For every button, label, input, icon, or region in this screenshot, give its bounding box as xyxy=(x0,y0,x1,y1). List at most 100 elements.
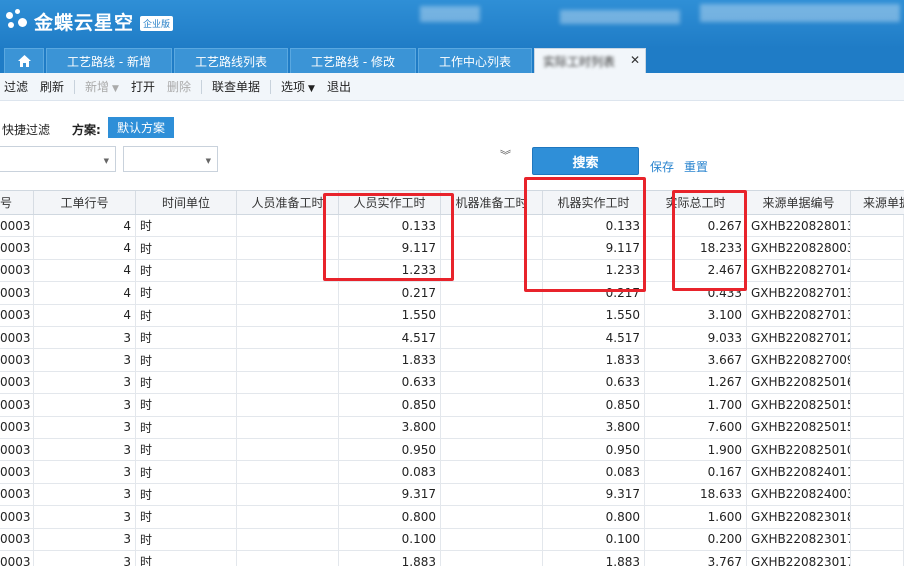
table-cell[interactable] xyxy=(851,506,904,528)
table-cell[interactable]: 时 xyxy=(136,461,237,483)
column-header[interactable]: 来源单据编号 xyxy=(747,191,851,214)
table-cell[interactable]: 0003 xyxy=(0,461,34,483)
table-cell[interactable] xyxy=(237,282,339,304)
tab-actual-hours-list[interactable]: 实际工时列表 ✕ xyxy=(534,48,646,73)
table-cell[interactable]: 4.517 xyxy=(543,327,645,349)
table-cell[interactable]: 0.800 xyxy=(339,506,441,528)
table-row[interactable]: 0003 3 时 0.950 0.950 1.900 GXHB220825010 xyxy=(0,439,904,462)
table-cell[interactable]: 9.317 xyxy=(543,483,645,506)
table-cell[interactable]: 0003 xyxy=(0,371,34,394)
table-cell[interactable]: 0.083 xyxy=(339,461,441,483)
table-cell[interactable]: 时 xyxy=(136,528,237,550)
table-cell[interactable]: 3 xyxy=(34,483,136,506)
table-cell[interactable]: 时 xyxy=(136,215,237,237)
table-row[interactable]: 0003 3 时 4.517 4.517 9.033 GXHB220827012 xyxy=(0,327,904,350)
table-cell[interactable] xyxy=(441,461,543,483)
table-row[interactable]: 0003 3 时 9.317 9.317 18.633 GXHB220824003 xyxy=(0,483,904,507)
new-button[interactable]: 新增 ▼ xyxy=(79,78,125,95)
table-cell[interactable]: 3 xyxy=(34,439,136,461)
table-cell[interactable] xyxy=(237,506,339,528)
table-cell[interactable] xyxy=(851,371,904,394)
column-header[interactable]: 工单行号 xyxy=(34,191,136,214)
table-cell[interactable]: GXHB220827013 xyxy=(747,304,851,326)
table-cell[interactable]: 0.950 xyxy=(543,439,645,461)
table-cell[interactable]: 时 xyxy=(136,304,237,326)
table-cell[interactable]: GXHB220823018 xyxy=(747,506,851,528)
table-cell[interactable]: 1.267 xyxy=(645,371,747,394)
table-cell[interactable]: 1.833 xyxy=(339,349,441,371)
table-cell[interactable]: 0003 xyxy=(0,282,34,304)
column-header[interactable]: 来源单据 xyxy=(851,191,904,214)
table-row[interactable]: 0003 3 时 0.083 0.083 0.167 GXHB220824011 xyxy=(0,461,904,484)
linked-query-button[interactable]: 联查单据 xyxy=(206,78,266,95)
refresh-button[interactable]: 刷新 xyxy=(34,78,70,95)
tab-routing-list[interactable]: 工艺路线列表 xyxy=(174,48,288,73)
table-row[interactable]: 0003 4 时 0.217 0.217 0.433 GXHB220827013 xyxy=(0,282,904,305)
table-cell[interactable]: 时 xyxy=(136,282,237,304)
column-header[interactable]: 时间单位 xyxy=(136,191,237,214)
table-cell[interactable]: 9.317 xyxy=(339,483,441,506)
exit-button[interactable]: 退出 xyxy=(321,78,357,95)
table-cell[interactable]: 3.667 xyxy=(645,349,747,371)
table-cell[interactable]: 时 xyxy=(136,237,237,259)
table-cell[interactable]: 3.800 xyxy=(543,416,645,438)
table-cell[interactable]: 0003 xyxy=(0,528,34,550)
table-cell[interactable]: 9.033 xyxy=(645,327,747,349)
table-cell[interactable]: GXHB220825016 xyxy=(747,371,851,394)
table-cell[interactable]: 0.633 xyxy=(339,371,441,394)
table-cell[interactable]: 1.833 xyxy=(543,349,645,371)
table-cell[interactable]: 0.217 xyxy=(339,282,441,304)
table-cell[interactable] xyxy=(851,461,904,483)
table-cell[interactable] xyxy=(441,416,543,438)
table-cell[interactable] xyxy=(441,483,543,506)
table-cell[interactable] xyxy=(237,394,339,416)
table-cell[interactable] xyxy=(851,237,904,259)
table-cell[interactable]: 3 xyxy=(34,371,136,394)
table-cell[interactable] xyxy=(851,483,904,506)
table-cell[interactable] xyxy=(441,439,543,461)
table-cell[interactable]: 0003 xyxy=(0,259,34,282)
table-cell[interactable] xyxy=(237,327,339,349)
table-cell[interactable] xyxy=(237,551,339,566)
table-cell[interactable]: 0.850 xyxy=(543,394,645,416)
table-cell[interactable]: 时 xyxy=(136,551,237,566)
default-scheme-button[interactable]: 默认方案 xyxy=(108,117,174,138)
table-cell[interactable]: 0003 xyxy=(0,349,34,371)
table-cell[interactable]: 时 xyxy=(136,259,237,282)
table-cell[interactable]: 3 xyxy=(34,506,136,528)
table-cell[interactable] xyxy=(441,304,543,326)
table-cell[interactable]: 7.600 xyxy=(645,416,747,438)
tab-work-center-list[interactable]: 工作中心列表 xyxy=(418,48,532,73)
filter-operator-select[interactable]: ▼ xyxy=(123,146,218,172)
table-cell[interactable]: 3 xyxy=(34,327,136,349)
table-cell[interactable]: 1.700 xyxy=(645,394,747,416)
table-cell[interactable]: GXHB220825015 xyxy=(747,394,851,416)
table-row[interactable]: 0003 3 时 0.633 0.633 1.267 GXHB220825016 xyxy=(0,371,904,395)
table-cell[interactable]: GXHB220825015 xyxy=(747,416,851,438)
table-cell[interactable] xyxy=(237,416,339,438)
table-cell[interactable]: 1.550 xyxy=(543,304,645,326)
tab-routing-edit[interactable]: 工艺路线 - 修改 xyxy=(290,48,416,73)
table-cell[interactable]: 3.767 xyxy=(645,551,747,566)
table-cell[interactable]: 4 xyxy=(34,215,136,237)
table-cell[interactable]: 3 xyxy=(34,349,136,371)
table-cell[interactable]: 4 xyxy=(34,304,136,326)
table-cell[interactable]: GXHB220827014 xyxy=(747,259,851,282)
table-cell[interactable]: 3.100 xyxy=(645,304,747,326)
table-cell[interactable]: 0.633 xyxy=(543,371,645,394)
table-cell[interactable]: 0003 xyxy=(0,439,34,461)
table-cell[interactable]: 1.883 xyxy=(543,551,645,566)
table-row[interactable]: 0003 3 时 0.100 0.100 0.200 GXHB220823017 xyxy=(0,528,904,551)
table-cell[interactable]: 0003 xyxy=(0,416,34,438)
save-link[interactable]: 保存 xyxy=(650,158,674,175)
table-cell[interactable]: 0003 xyxy=(0,506,34,528)
table-cell[interactable]: 0003 xyxy=(0,327,34,349)
column-header[interactable]: 号 xyxy=(0,191,34,214)
table-cell[interactable]: 3 xyxy=(34,394,136,416)
filter-field-select[interactable]: ▼ xyxy=(0,146,116,172)
table-cell[interactable] xyxy=(237,304,339,326)
table-cell[interactable]: 1.600 xyxy=(645,506,747,528)
table-cell[interactable]: 0.100 xyxy=(339,528,441,550)
table-cell[interactable] xyxy=(851,528,904,550)
table-cell[interactable]: GXHB220823017 xyxy=(747,551,851,566)
